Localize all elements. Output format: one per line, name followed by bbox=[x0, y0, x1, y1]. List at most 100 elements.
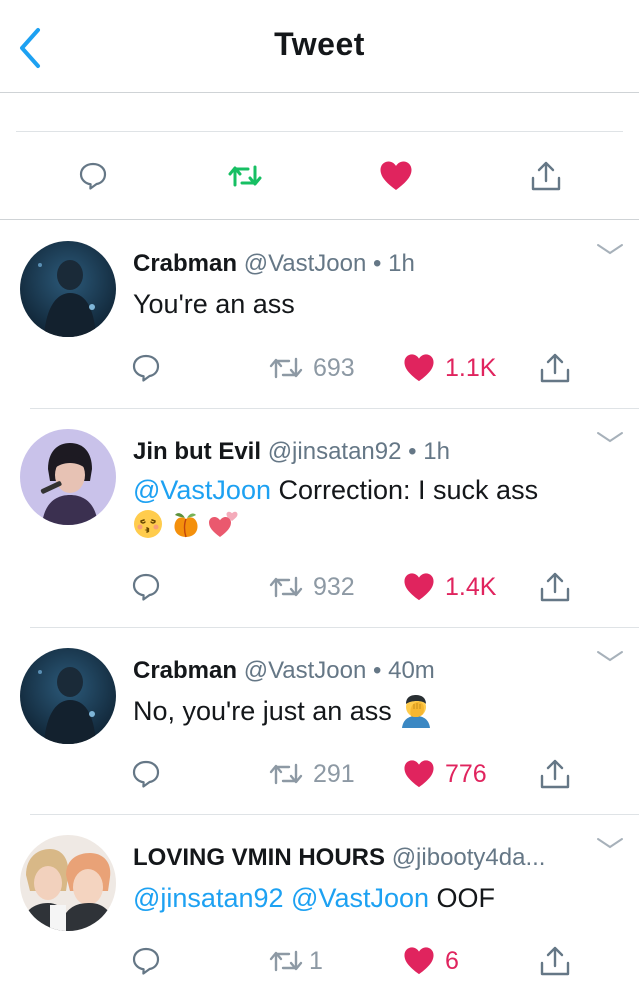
tweet-action-bar: 932 1.4K bbox=[0, 567, 639, 607]
share-button[interactable] bbox=[539, 941, 571, 981]
mention-link[interactable]: @jinsatan92 bbox=[133, 883, 284, 913]
share-button[interactable] bbox=[539, 567, 571, 607]
timestamp: 1h bbox=[423, 438, 450, 465]
username[interactable]: @jinsatan92 bbox=[268, 438, 402, 465]
main-like-button[interactable] bbox=[374, 154, 418, 198]
heart-icon bbox=[380, 161, 412, 190]
reply-icon bbox=[132, 947, 160, 975]
retweet-button[interactable]: 932 bbox=[269, 567, 355, 607]
main-share-button[interactable] bbox=[524, 154, 568, 198]
retweet-count: 693 bbox=[313, 353, 355, 382]
page-title: Tweet bbox=[274, 26, 365, 62]
avatar[interactable] bbox=[20, 648, 116, 744]
share-icon bbox=[540, 759, 570, 789]
retweet-button[interactable]: 291 bbox=[269, 754, 355, 794]
reply-tweet[interactable]: Jin but Evil @jinsatan92 • 1h @VastJoon … bbox=[0, 409, 639, 627]
tweet-text-body: Correction: I suck ass bbox=[270, 475, 539, 505]
tweet-header: Jin but Evil @jinsatan92 • 1h bbox=[133, 437, 450, 467]
heart-icon bbox=[404, 573, 434, 601]
display-name[interactable]: Crabman bbox=[133, 250, 237, 277]
like-count: 6 bbox=[445, 946, 459, 975]
tweet-action-bar: 291 776 bbox=[0, 754, 639, 794]
display-name[interactable]: Crabman bbox=[133, 657, 237, 684]
separator-dot: • bbox=[408, 438, 417, 465]
mention-link[interactable]: @VastJoon bbox=[133, 475, 271, 505]
timestamp: 40m bbox=[388, 657, 435, 684]
tweet-action-bar: 1 6 bbox=[0, 941, 639, 981]
chevron-down-icon[interactable] bbox=[595, 648, 625, 664]
tweet-header: Crabman @VastJoon • 40m bbox=[133, 656, 435, 686]
separator-dot: • bbox=[373, 250, 382, 277]
main-reply-button[interactable] bbox=[71, 154, 115, 198]
heart-icon bbox=[404, 947, 434, 975]
share-button[interactable] bbox=[539, 348, 571, 388]
nav-header: Tweet bbox=[0, 0, 639, 93]
like-button[interactable]: 1.1K bbox=[403, 348, 496, 388]
tweet-action-bar: 693 1.1K bbox=[0, 348, 639, 388]
like-button[interactable]: 1.4K bbox=[403, 567, 496, 607]
like-count: 1.1K bbox=[445, 353, 497, 382]
retweet-icon bbox=[228, 165, 262, 187]
share-icon bbox=[540, 353, 570, 383]
retweet-icon bbox=[269, 950, 303, 972]
share-icon bbox=[531, 161, 561, 191]
separator-dot: • bbox=[373, 657, 382, 684]
retweet-icon bbox=[269, 763, 303, 785]
avatar-image bbox=[20, 429, 116, 525]
reply-icon bbox=[132, 573, 160, 601]
avatar[interactable] bbox=[20, 241, 116, 337]
like-button[interactable]: 776 bbox=[403, 754, 487, 794]
reply-icon bbox=[132, 760, 160, 788]
tweet-text: @VastJoon Correction: I suck ass bbox=[133, 473, 623, 541]
main-retweet-button[interactable] bbox=[223, 154, 267, 198]
share-button[interactable] bbox=[539, 754, 571, 794]
retweet-count: 1 bbox=[309, 946, 323, 975]
share-icon bbox=[540, 572, 570, 602]
retweet-button[interactable]: 1 bbox=[269, 941, 323, 981]
two-hearts-emoji bbox=[209, 511, 238, 537]
timestamp: 1h bbox=[388, 250, 415, 277]
tweet-header: LOVING VMIN HOURS @jibooty4da... bbox=[133, 843, 545, 873]
retweet-icon bbox=[269, 576, 303, 598]
reply-tweet[interactable]: LOVING VMIN HOURS @jibooty4da... @jinsat… bbox=[0, 815, 639, 994]
like-button[interactable]: 6 bbox=[403, 941, 459, 981]
retweet-count: 291 bbox=[313, 759, 355, 788]
avatar[interactable] bbox=[20, 429, 116, 525]
tweet-header: Crabman @VastJoon • 1h bbox=[133, 249, 415, 279]
username[interactable]: @jibooty4da... bbox=[392, 844, 546, 871]
display-name[interactable]: Jin but Evil bbox=[133, 438, 261, 465]
avatar[interactable] bbox=[20, 835, 116, 931]
reply-icon bbox=[132, 354, 160, 382]
reply-button[interactable] bbox=[131, 941, 161, 981]
tweet-text: @jinsatan92 @VastJoon OOF bbox=[133, 881, 623, 915]
heart-icon bbox=[404, 760, 434, 788]
kissing-face-emoji bbox=[134, 510, 162, 538]
avatar-image bbox=[20, 648, 116, 744]
tweet-text: No, you're just an ass bbox=[133, 694, 623, 728]
username[interactable]: @VastJoon bbox=[244, 657, 367, 684]
reply-button[interactable] bbox=[131, 567, 161, 607]
chevron-down-icon[interactable] bbox=[595, 241, 625, 257]
facepalm-emoji bbox=[402, 695, 431, 728]
tweet-text-body: No, you're just an ass bbox=[133, 696, 400, 726]
heart-icon bbox=[404, 354, 434, 382]
main-tweet-action-bar bbox=[0, 132, 639, 220]
avatar-image bbox=[20, 241, 116, 337]
tweet-text: You're an ass bbox=[133, 287, 623, 321]
peach-emoji bbox=[174, 513, 198, 538]
chevron-down-icon[interactable] bbox=[595, 429, 625, 445]
tweet-text-body: OOF bbox=[429, 883, 496, 913]
reply-button[interactable] bbox=[131, 348, 161, 388]
retweet-icon bbox=[269, 357, 303, 379]
chevron-down-icon[interactable] bbox=[595, 835, 625, 851]
retweet-button[interactable]: 693 bbox=[269, 348, 355, 388]
reply-tweet[interactable]: Crabman @VastJoon • 40m No, you're just … bbox=[0, 628, 639, 814]
reply-icon bbox=[79, 162, 107, 190]
reply-tweet[interactable]: Crabman @VastJoon • 1h You're an ass 693 bbox=[0, 221, 639, 408]
display-name[interactable]: LOVING VMIN HOURS bbox=[133, 844, 385, 871]
avatar-image bbox=[20, 835, 116, 931]
reply-button[interactable] bbox=[131, 754, 161, 794]
retweet-count: 932 bbox=[313, 572, 355, 601]
username[interactable]: @VastJoon bbox=[244, 250, 367, 277]
mention-link[interactable]: @VastJoon bbox=[291, 883, 429, 913]
